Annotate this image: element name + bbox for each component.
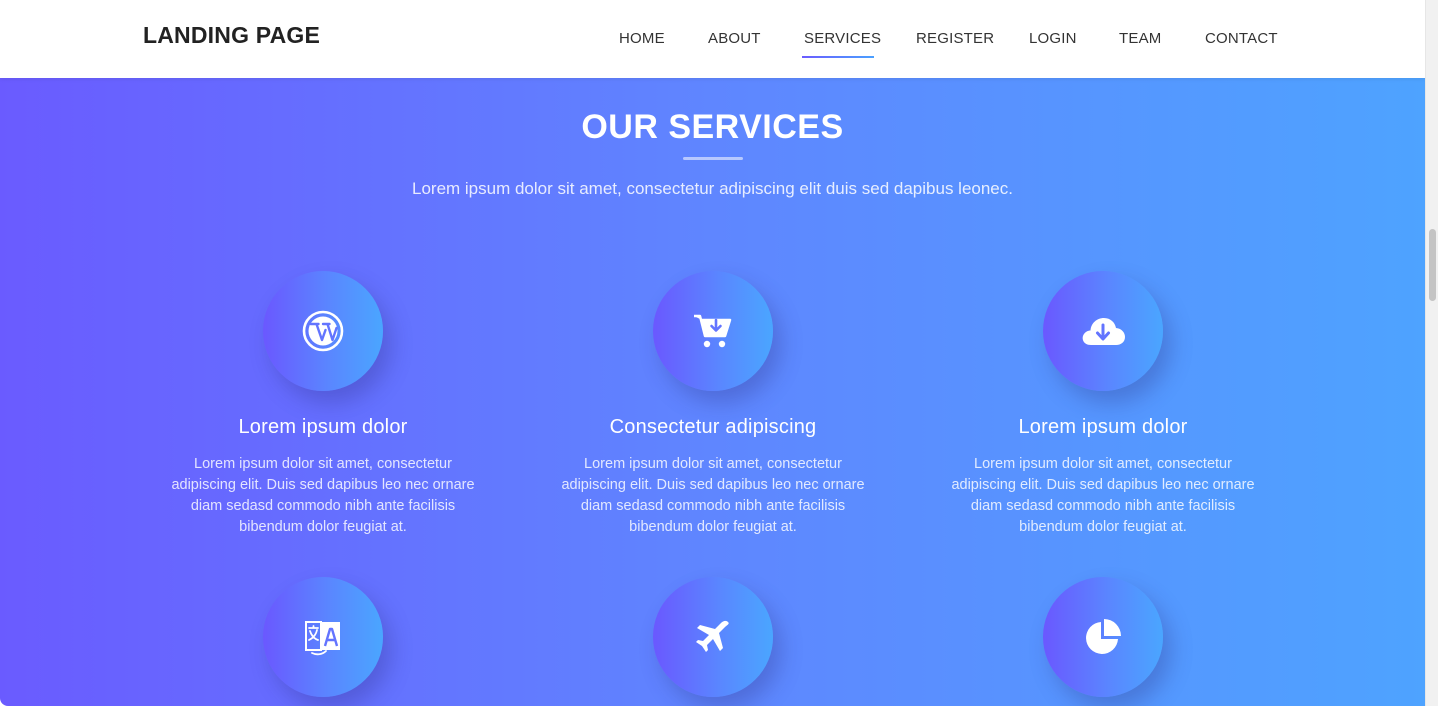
service-icon-circle[interactable] [653,271,773,391]
main-nav: HOME ABOUT SERVICES REGISTER LOGIN TEAM … [0,30,1425,60]
page-scrollbar[interactable] [1425,0,1438,706]
plane-icon [696,620,729,652]
service-text: Lorem ipsum dolor sit amet, consectetur … [951,456,1255,535]
page-viewport: LANDING PAGE HOME ABOUT SERVICES REGISTE… [0,0,1425,706]
service-icon-circle[interactable] [263,577,383,697]
service-icon-circle[interactable] [1043,271,1163,391]
nav-item-services[interactable]: SERVICES [804,30,881,47]
section-title: OUR SERVICES [581,108,844,146]
wordpress-icon [302,310,344,352]
nav-item-contact[interactable]: CONTACT [1205,30,1278,47]
service-title: Consectetur adipiscing [609,416,817,438]
nav-active-underline [802,56,874,58]
cart-download-icon [694,314,732,348]
pie-chart-icon [1086,619,1121,654]
service-icon-circle[interactable] [1043,577,1163,697]
nav-item-register[interactable]: REGISTER [916,30,994,47]
nav-item-about[interactable]: ABOUT [708,30,761,47]
service-text: Lorem ipsum dolor sit amet, consectetur … [561,456,865,535]
services-section: OUR SERVICES Lorem ipsum dolor sit amet,… [0,78,1425,706]
service-title: Lorem ipsum dolor [238,416,408,438]
nav-item-login[interactable]: LOGIN [1029,30,1077,47]
cloud-download-icon [1082,318,1125,345]
service-text: Lorem ipsum dolor sit amet, consectetur … [171,456,475,535]
title-divider [683,157,743,160]
nav-item-home[interactable]: HOME [619,30,665,47]
nav-item-team[interactable]: TEAM [1119,30,1161,47]
scrollbar-thumb[interactable] [1429,229,1436,301]
service-icon-circle[interactable] [263,271,383,391]
service-icon-circle[interactable] [653,577,773,697]
service-title: Lorem ipsum dolor [1018,416,1188,438]
navbar: LANDING PAGE HOME ABOUT SERVICES REGISTE… [0,0,1425,78]
language-icon [305,621,340,656]
section-subtitle: Lorem ipsum dolor sit amet, consectetur … [412,179,1013,198]
